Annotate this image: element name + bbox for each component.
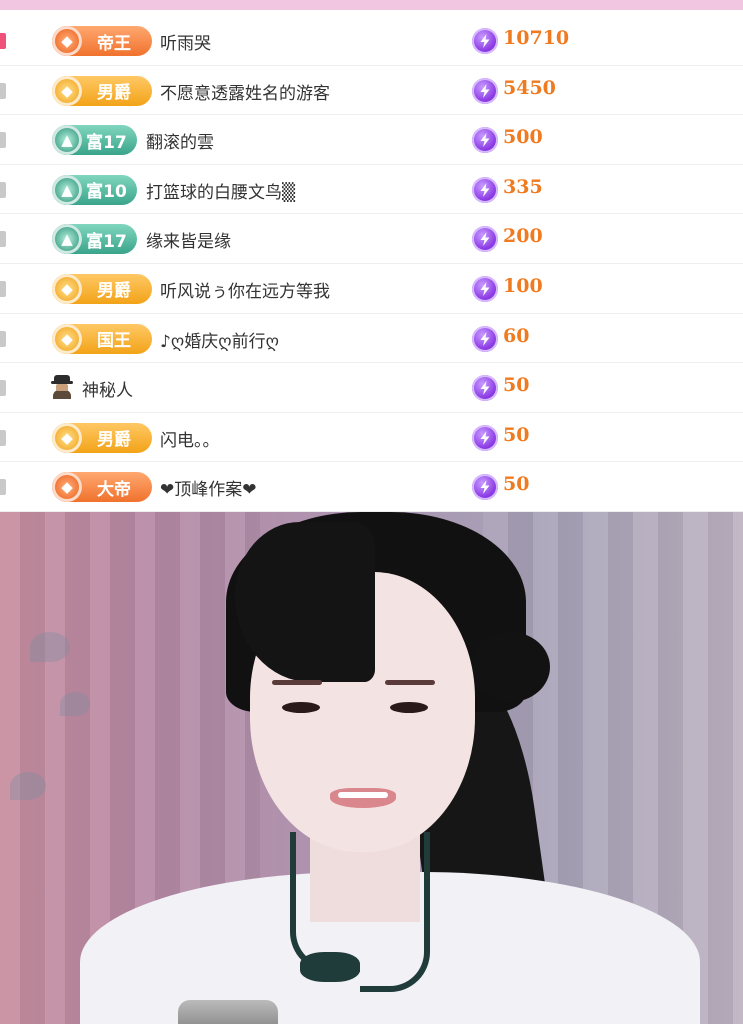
badge-label: 富17 [86, 132, 127, 153]
gift-amount: 60 [503, 324, 530, 347]
rank-marker [0, 181, 6, 198]
crest-icon: ◆ [52, 26, 82, 56]
triangle-icon: ▲ [52, 174, 82, 205]
gift-ranking-list: ◆ 帝王 听雨哭 10710 ◆ 男爵 不愿意透露姓名的游客 5450 ▲ 富17 翻滚的雲 500 ▲… [0, 16, 743, 512]
username[interactable]: 翻滚的雲 [146, 128, 214, 153]
level-badge: ◆ 国王 [52, 323, 152, 354]
lightning-coin-icon [472, 127, 498, 154]
badge-label: 国王 [97, 331, 131, 352]
leaf-decor [10, 772, 46, 800]
crest-icon: ◆ [52, 422, 82, 453]
ranking-row[interactable]: ◆ 大帝 ❤顶峰作案❤ 50 [0, 462, 743, 512]
lightning-coin-icon [472, 474, 498, 501]
username[interactable]: 闪电。。 [160, 426, 220, 451]
username[interactable]: 神秘人 [82, 376, 133, 401]
rank-marker [0, 231, 6, 248]
badge-label: 富17 [86, 231, 127, 252]
rank-marker [0, 132, 6, 149]
streamer-brow-left [272, 680, 322, 685]
lightning-coin-icon [472, 77, 498, 104]
ranking-row[interactable]: ◆ 男爵 不愿意透露姓名的游客 5450 [0, 65, 743, 116]
gift-amount: 50 [503, 473, 530, 496]
badge-label: 富10 [86, 182, 127, 203]
level-badge: ◆ 男爵 [52, 75, 152, 106]
gift-amount: 10710 [503, 27, 570, 49]
ranking-row[interactable]: ▲ 富17 翻滚的雲 500 [0, 115, 743, 165]
streamer-lips [330, 788, 396, 808]
dress-collar-right [360, 832, 430, 992]
crest-icon: ◆ [52, 273, 82, 304]
ranking-row[interactable]: ◆ 帝王 听雨哭 10710 [0, 16, 743, 66]
level-badge: ▲ 富10 [52, 174, 137, 205]
crest-icon: ◆ [52, 75, 82, 106]
rank-marker [0, 33, 6, 49]
streamer-eye-left [282, 702, 320, 713]
streamer-teeth [338, 792, 388, 798]
lightning-coin-icon [472, 28, 498, 54]
gift-amount: 500 [503, 126, 543, 149]
level-badge: ◆ 帝王 [52, 26, 152, 56]
username[interactable]: 不愿意透露姓名的游客 [160, 79, 330, 104]
mystery-person-icon [50, 375, 74, 400]
ranking-row[interactable]: ◆ 男爵 闪电。。 50 [0, 412, 743, 463]
username[interactable]: 打篮球的白腰文鸟▒ [146, 178, 295, 203]
gift-amount: 5450 [503, 76, 556, 99]
leaf-decor [30, 632, 70, 662]
gift-amount: 50 [503, 423, 530, 446]
lightning-coin-icon [472, 375, 498, 402]
gift-amount: 200 [503, 225, 543, 248]
crest-icon: ◆ [52, 323, 82, 354]
username[interactable]: 听风说ぅ你在远方等我 [160, 277, 330, 302]
badge-label: 男爵 [97, 281, 131, 302]
live-stream-video[interactable] [0, 512, 743, 1024]
badge-label: 男爵 [97, 430, 131, 451]
badge-label: 大帝 [97, 479, 131, 500]
ranking-row[interactable]: ▲ 富10 打篮球的白腰文鸟▒ 335 [0, 164, 743, 215]
streamer-eye-right [390, 702, 428, 713]
rank-marker [0, 479, 6, 496]
rank-marker [0, 380, 6, 397]
leaf-decor [60, 692, 90, 716]
gift-amount: 50 [503, 374, 530, 397]
level-badge: ◆ 男爵 [52, 422, 152, 453]
ranking-row[interactable]: ◆ 国王 ♪ღ婚庆ღ前行ღ 60 [0, 313, 743, 364]
crest-icon: ◆ [52, 472, 82, 503]
level-badge: ◆ 大帝 [52, 472, 152, 503]
top-accent-strip [0, 0, 743, 10]
level-badge: ▲ 富17 [52, 224, 137, 255]
microphone [178, 1000, 278, 1024]
streamer-hair-bun [470, 632, 550, 702]
lightning-coin-icon [472, 424, 498, 451]
lightning-coin-icon [472, 325, 498, 352]
lightning-coin-icon [472, 176, 498, 203]
gift-amount: 100 [503, 274, 543, 297]
badge-label: 男爵 [97, 83, 131, 104]
username[interactable]: 听雨哭 [160, 29, 211, 54]
lightning-coin-icon [472, 275, 498, 302]
username[interactable]: ♪ღ婚庆ღ前行ღ [160, 327, 279, 352]
triangle-icon: ▲ [52, 224, 82, 255]
lightning-coin-icon [472, 226, 498, 253]
rank-marker [0, 280, 6, 297]
rank-marker [0, 330, 6, 347]
level-badge: ▲ 富17 [52, 125, 137, 156]
badge-label: 帝王 [97, 33, 131, 54]
rank-marker [0, 429, 6, 446]
username[interactable]: ❤顶峰作案❤ [160, 475, 257, 500]
dress-knot-button [300, 952, 360, 982]
triangle-icon: ▲ [52, 125, 82, 156]
ranking-row[interactable]: ▲ 富17 缘来皆是缘 200 [0, 214, 743, 264]
username[interactable]: 缘来皆是缘 [146, 227, 231, 252]
ranking-row[interactable]: 神秘人 50 [0, 363, 743, 413]
level-badge: ◆ 男爵 [52, 273, 152, 304]
rank-marker [0, 82, 6, 99]
gift-amount: 335 [503, 175, 543, 198]
streamer-brow-right [385, 680, 435, 685]
dress-collar-left [290, 832, 360, 972]
ranking-row[interactable]: ◆ 男爵 听风说ぅ你在远方等我 100 [0, 263, 743, 314]
